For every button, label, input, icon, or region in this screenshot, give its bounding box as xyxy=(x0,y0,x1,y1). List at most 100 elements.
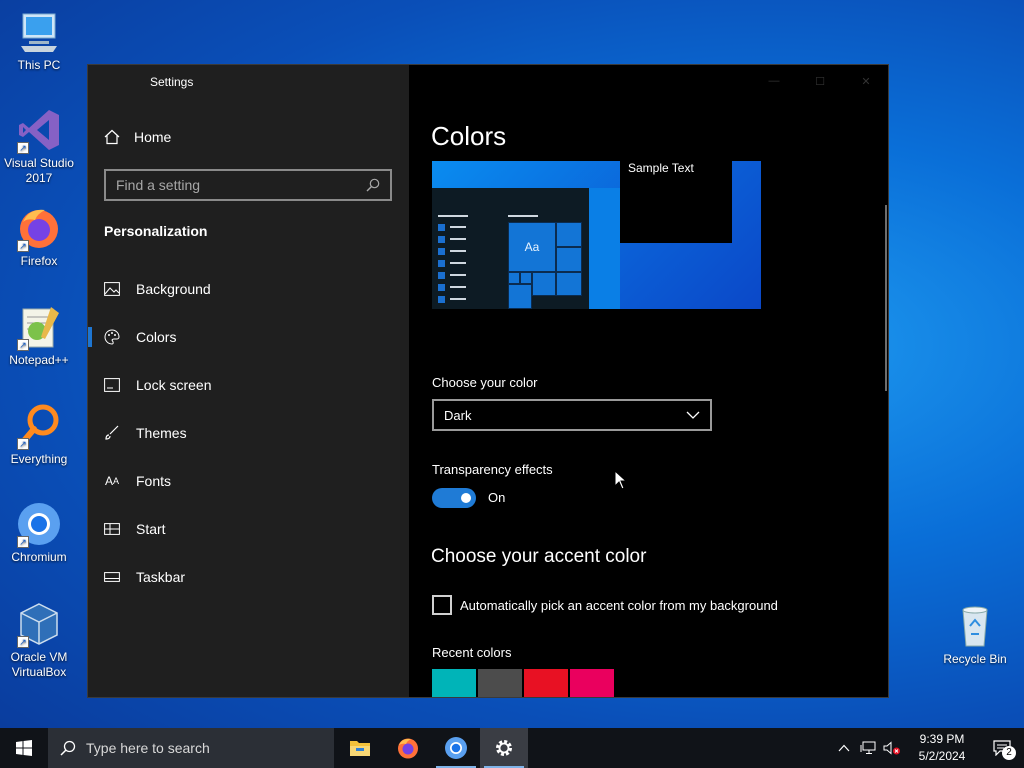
shortcut-arrow-icon: ↗ xyxy=(17,438,29,450)
desktop-icon-label: Firefox xyxy=(20,254,58,268)
sidebar-item-taskbar[interactable]: Taskbar xyxy=(88,553,409,601)
notification-badge: 2 xyxy=(1002,746,1016,760)
desktop-icon-label: This PC xyxy=(17,58,61,72)
file-explorer-icon xyxy=(350,741,370,756)
lock-screen-icon xyxy=(104,377,120,393)
windows-logo-icon xyxy=(16,740,32,756)
preview-taskbar xyxy=(589,188,620,309)
window-title: Settings xyxy=(150,75,194,89)
chevron-down-icon xyxy=(686,411,700,419)
clock-date: 5/2/2024 xyxy=(918,749,966,763)
sidebar-item-start[interactable]: Start xyxy=(88,505,409,553)
desktop-icon-visual-studio[interactable]: ↗ Visual Studio 2017 xyxy=(0,106,78,186)
auto-accent-checkbox-row[interactable]: Automatically pick an accent color from … xyxy=(432,595,778,615)
font-icon: AA xyxy=(104,474,120,488)
transparency-state: On xyxy=(488,490,506,505)
action-center-button[interactable]: 2 xyxy=(980,728,1024,768)
firefox-icon xyxy=(398,738,418,759)
shortcut-arrow-icon: ↗ xyxy=(17,636,29,648)
desktop-icon-label: Everything xyxy=(10,452,68,466)
search-icon[interactable] xyxy=(366,178,380,192)
start-grid-icon xyxy=(104,521,120,537)
page-title: Colors xyxy=(431,121,507,151)
colors-page: — ☐ ✕ Colors Sample Text Aa Choose your … xyxy=(409,65,888,697)
notepadpp-icon: ↗ xyxy=(15,303,63,351)
taskbar-firefox[interactable] xyxy=(384,728,432,768)
brush-icon xyxy=(104,425,120,441)
desktop-icon-notepadpp[interactable]: ↗ Notepad++ xyxy=(0,303,78,368)
scrollbar[interactable] xyxy=(885,205,887,391)
transparency-toggle[interactable] xyxy=(432,488,476,508)
taskbar-search-box[interactable]: Type here to search xyxy=(48,728,334,768)
desktop-icon-label: Recycle Bin xyxy=(943,652,1007,666)
preview-sample-text: Sample Text xyxy=(628,161,694,175)
sidebar-item-themes[interactable]: Themes xyxy=(88,409,409,457)
sidebar-item-fonts[interactable]: AA Fonts xyxy=(88,457,409,505)
chevron-up-icon[interactable] xyxy=(832,728,856,768)
sidebar-item-label: Fonts xyxy=(136,473,172,489)
taskbar-file-explorer[interactable] xyxy=(336,728,384,768)
preview-sample-window: Sample Text xyxy=(620,161,732,243)
shortcut-arrow-icon: ↗ xyxy=(17,536,29,548)
home-icon xyxy=(104,129,120,145)
everything-search-icon: ↗ xyxy=(15,402,63,450)
settings-gear-icon xyxy=(496,740,512,756)
search-icon xyxy=(60,740,76,756)
sidebar-item-colors[interactable]: Colors xyxy=(88,313,409,361)
network-icon[interactable] xyxy=(856,728,880,768)
window-caption-buttons: — ☐ ✕ xyxy=(751,65,888,97)
auto-accent-checkbox[interactable] xyxy=(432,595,452,615)
home-nav-item[interactable]: Home xyxy=(104,129,171,145)
minimize-icon[interactable]: — xyxy=(751,65,797,97)
choose-color-label: Choose your color xyxy=(432,375,538,390)
sidebar-item-label: Themes xyxy=(136,425,187,441)
color-swatch[interactable] xyxy=(432,669,476,697)
virtualbox-icon: ↗ xyxy=(15,600,63,648)
taskbar-settings[interactable] xyxy=(480,728,528,768)
desktop-icon-label: Notepad++ xyxy=(9,353,69,367)
desktop-icon-label: Chromium xyxy=(11,550,67,564)
taskbar-icon xyxy=(104,569,120,585)
volume-muted-icon[interactable] xyxy=(880,728,904,768)
recent-colors-label: Recent colors xyxy=(432,645,512,660)
maximize-icon[interactable]: ☐ xyxy=(797,65,843,97)
taskbar-chromium[interactable] xyxy=(432,728,480,768)
mouse-cursor-icon xyxy=(614,470,628,490)
image-icon xyxy=(104,281,120,297)
color-preview: Sample Text Aa xyxy=(432,161,761,309)
color-swatch[interactable] xyxy=(570,669,614,697)
taskbar: Type here to search 9:39 PM 5/2/2024 2 xyxy=(0,728,1024,768)
sidebar-item-lock-screen[interactable]: Lock screen xyxy=(88,361,409,409)
sidebar-item-label: Start xyxy=(136,521,166,537)
find-setting-input[interactable]: Find a setting xyxy=(104,169,392,201)
taskbar-clock[interactable]: 9:39 PM 5/2/2024 xyxy=(904,731,980,765)
color-swatch[interactable] xyxy=(478,669,522,697)
desktop-icon-virtualbox[interactable]: ↗ Oracle VM VirtualBox xyxy=(0,600,78,680)
home-label: Home xyxy=(134,129,172,145)
start-button[interactable] xyxy=(0,728,48,768)
desktop-icon-recycle-bin[interactable]: Recycle Bin xyxy=(936,602,1014,667)
choose-color-value: Dark xyxy=(444,407,472,423)
section-title: Personalization xyxy=(104,223,208,239)
desktop-icon-firefox[interactable]: ↗ Firefox xyxy=(0,204,78,269)
close-icon[interactable]: ✕ xyxy=(843,65,888,97)
desktop-icon-chromium[interactable]: ↗ Chromium xyxy=(0,500,78,565)
transparency-label: Transparency effects xyxy=(432,462,553,477)
recycle-bin-icon xyxy=(951,602,999,650)
settings-window: Settings Home Find a setting Personaliza… xyxy=(87,64,889,698)
taskbar-search-placeholder: Type here to search xyxy=(86,740,210,756)
sidebar-item-label: Taskbar xyxy=(136,569,186,585)
desktop-icon-label: Visual Studio 2017 xyxy=(4,156,74,185)
sidebar-nav: Background Colors Lock screen Themes AA … xyxy=(88,265,409,601)
system-tray: 9:39 PM 5/2/2024 2 xyxy=(832,728,1024,768)
sidebar-item-background[interactable]: Background xyxy=(88,265,409,313)
search-placeholder: Find a setting xyxy=(116,177,201,193)
color-swatch[interactable] xyxy=(524,669,568,697)
desktop-icon-everything[interactable]: ↗ Everything xyxy=(0,402,78,467)
choose-color-dropdown[interactable]: Dark xyxy=(432,399,712,431)
desktop-icon-label: Oracle VM VirtualBox xyxy=(10,650,68,679)
palette-icon xyxy=(104,329,120,345)
desktop-icon-this-pc[interactable]: This PC xyxy=(0,8,78,73)
sidebar-item-label: Background xyxy=(136,281,211,297)
chromium-icon xyxy=(445,737,467,759)
